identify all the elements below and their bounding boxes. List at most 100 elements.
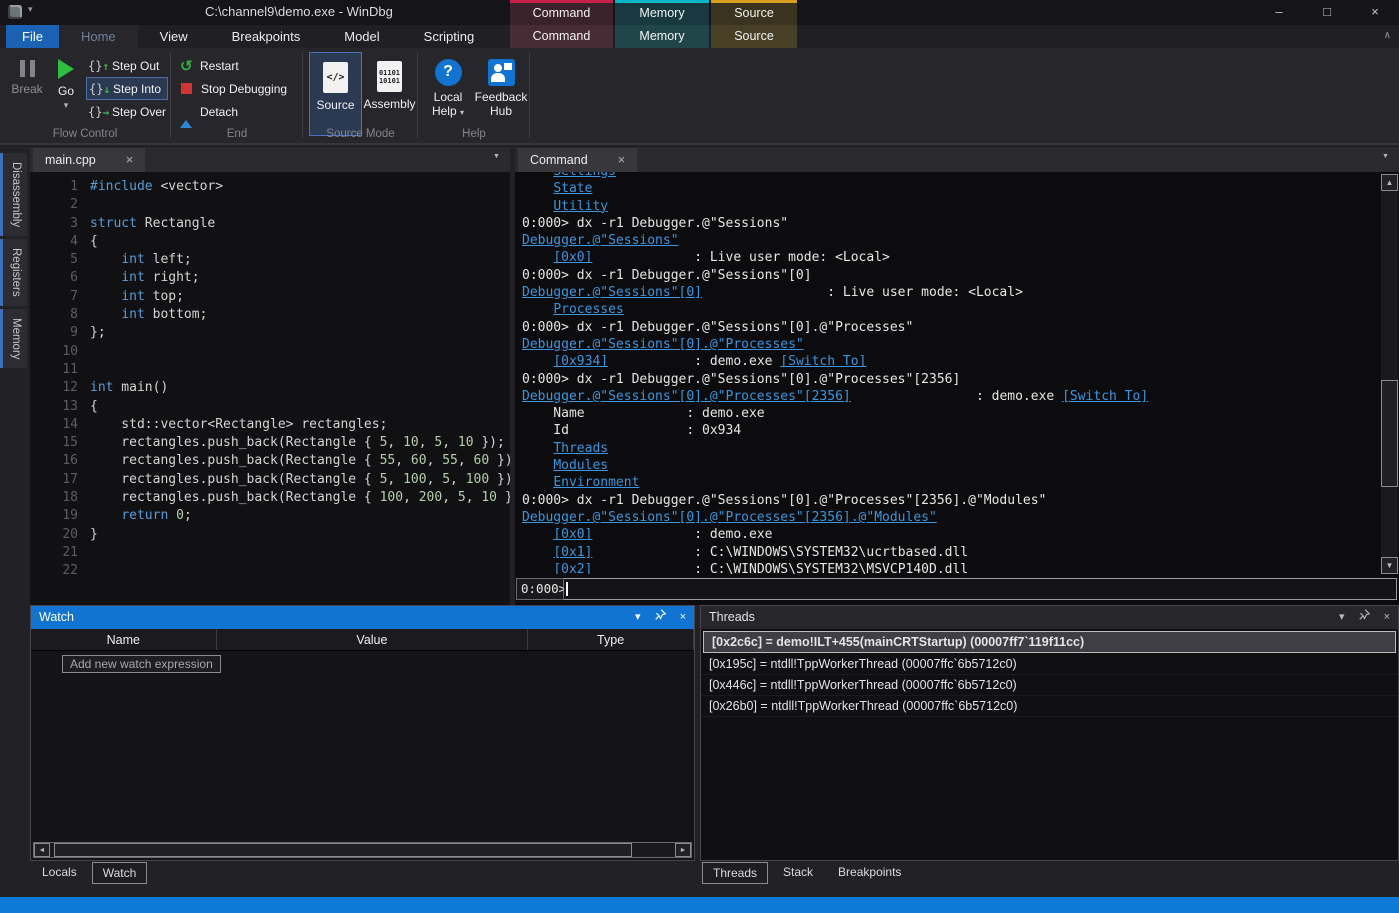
minimize-button[interactable]: – (1255, 0, 1303, 25)
command-link[interactable]: Processes (553, 302, 623, 317)
contextual-tab-source[interactable]: Source (711, 25, 797, 48)
scroll-up-icon[interactable]: ▲ (1381, 174, 1398, 191)
close-button[interactable]: × (1351, 0, 1399, 25)
contextual-tab-memory[interactable]: Memory (615, 25, 709, 48)
line-number: 6 (30, 269, 90, 287)
chevron-down-icon[interactable]: ▾ (64, 100, 69, 111)
command-link[interactable]: Modules (553, 458, 608, 473)
local-help-button[interactable]: ? Local Help ▾ (424, 52, 472, 120)
pin-icon[interactable] (655, 606, 666, 629)
bottom-tab-locals[interactable]: Locals (32, 862, 87, 884)
pane-dropdown-icon[interactable]: ▾ (635, 606, 641, 629)
watch-column-header-name[interactable]: Name (31, 629, 217, 650)
watch-column-header-value[interactable]: Value (217, 629, 529, 650)
thread-row[interactable]: [0x195c] = ntdll!TppWorkerThread (00007f… (701, 654, 1398, 675)
stop-icon (181, 83, 192, 94)
contextual-tab-command[interactable]: Command (510, 25, 613, 48)
command-link[interactable]: Debugger.@"Sessions"[0].@"Processes"[235… (522, 510, 937, 525)
watch-title-bar[interactable]: Watch ▾ × (31, 606, 694, 629)
break-button[interactable]: Break (6, 54, 48, 96)
command-link[interactable]: Settings (553, 172, 616, 179)
thread-row[interactable]: [0x446c] = ntdll!TppWorkerThread (00007f… (701, 675, 1398, 696)
command-link[interactable]: [Switch To] (1062, 389, 1148, 404)
command-link[interactable]: Debugger.@"Sessions"[0].@"Processes"[235… (522, 389, 851, 404)
assembly-mode-button[interactable]: 01101 10101 Assembly (363, 52, 416, 136)
code-text: { (90, 233, 98, 251)
line-number: 18 (30, 489, 90, 507)
pane-dropdown-icon[interactable]: ▾ (1339, 606, 1345, 629)
code-token: Rectangle (137, 216, 215, 231)
code-text: int main() (90, 379, 168, 397)
command-link[interactable]: [0x2] (553, 562, 592, 574)
close-pane-icon[interactable]: × (680, 606, 686, 629)
pin-icon[interactable] (1359, 606, 1370, 629)
bottom-tab-threads[interactable]: Threads (702, 862, 768, 884)
command-link[interactable]: [0x1] (553, 545, 592, 560)
close-pane-icon[interactable]: × (1384, 606, 1390, 629)
scrollbar-thumb[interactable] (1381, 380, 1398, 487)
go-button[interactable]: Go ▾ (50, 54, 82, 111)
command-output[interactable]: Settings State Utility0:000> dx -r1 Debu… (515, 172, 1379, 574)
side-tab-registers[interactable]: Registers (0, 239, 27, 306)
maximize-button[interactable]: □ (1303, 0, 1351, 25)
code-token: { (90, 399, 98, 414)
pane-menu-icon[interactable]: ▼ (493, 154, 504, 160)
command-link[interactable]: Environment (553, 475, 639, 490)
command-output-line: Environment (522, 474, 1379, 491)
command-link[interactable]: [Switch To] (780, 354, 866, 369)
stop-debugging-button[interactable]: Stop Debugging (178, 77, 300, 100)
tab-main-cpp[interactable]: main.cpp× (33, 148, 145, 172)
detach-button[interactable]: Detach (178, 100, 300, 123)
command-link[interactable]: [0x934] (553, 354, 608, 369)
code-editor[interactable]: 1#include <vector>23struct Rectangle4{5 … (30, 172, 510, 605)
command-input[interactable] (564, 578, 1397, 600)
menu-tab-view[interactable]: View (138, 25, 210, 48)
scroll-down-icon[interactable]: ▼ (1381, 557, 1398, 574)
side-tab-disassembly[interactable]: Disassembly (0, 153, 27, 236)
source-mode-button[interactable]: </> Source (309, 52, 362, 136)
quick-access-caret-icon[interactable]: ▾ (28, 4, 33, 15)
command-link[interactable]: [0x0] (553, 527, 592, 542)
close-tab-icon[interactable]: × (618, 152, 626, 167)
code-token: 5 (458, 490, 466, 505)
code-line: 12int main() (30, 379, 510, 397)
menu-tab-breakpoints[interactable]: Breakpoints (210, 25, 323, 48)
menu-tab-home[interactable]: Home (59, 25, 138, 48)
bottom-tab-stack[interactable]: Stack (773, 862, 823, 884)
command-output-line: Debugger.@"Sessions" (522, 232, 1379, 249)
command-link[interactable]: State (553, 181, 592, 196)
thread-row[interactable]: [0x2c6c] = demo!ILT+455(mainCRTStartup) … (703, 631, 1396, 653)
restart-button[interactable]: ↺ Restart (178, 54, 300, 77)
tab-command[interactable]: Command× (518, 148, 637, 172)
command-link[interactable]: Debugger.@"Sessions"[0] (522, 285, 702, 300)
threads-title-bar[interactable]: Threads ▾ × (701, 606, 1398, 629)
close-tab-icon[interactable]: × (126, 152, 134, 167)
side-tab-memory[interactable]: Memory (0, 309, 27, 369)
pane-menu-icon[interactable]: ▼ (1382, 154, 1393, 160)
command-link[interactable]: [0x0] (553, 250, 592, 265)
watch-column-header-type[interactable]: Type (528, 629, 694, 650)
menu-tab-model[interactable]: Model (322, 25, 401, 48)
watch-horizontal-scrollbar[interactable]: ◄ ► (33, 842, 692, 858)
scroll-right-icon[interactable]: ► (675, 843, 691, 857)
add-watch-expression-field[interactable]: Add new watch expression (62, 655, 221, 673)
feedback-hub-button[interactable]: Feedback Hub (474, 52, 528, 118)
command-scrollbar[interactable]: ▲ ▼ (1381, 174, 1398, 574)
step-into-button[interactable]: {}↓ Step Into (86, 77, 168, 100)
scrollbar-thumb[interactable] (54, 843, 632, 857)
command-link[interactable]: Debugger.@"Sessions" (522, 233, 679, 248)
step-over-button[interactable]: {}→ Step Over (86, 100, 168, 123)
bottom-tab-watch[interactable]: Watch (92, 862, 148, 884)
thread-row[interactable]: [0x26b0] = ntdll!TppWorkerThread (00007f… (701, 696, 1398, 717)
menu-tab-file[interactable]: File (6, 25, 59, 48)
menu-tab-scripting[interactable]: Scripting (402, 25, 497, 48)
command-link[interactable]: Debugger.@"Sessions"[0].@"Processes" (522, 337, 804, 352)
bottom-tab-breakpoints[interactable]: Breakpoints (828, 862, 911, 884)
step-out-button[interactable]: {}↑ Step Out (86, 54, 168, 77)
code-token: rectangles.push_back(Rectangle { (90, 472, 380, 487)
code-token: main() (113, 380, 168, 395)
command-link[interactable]: Utility (553, 199, 608, 214)
command-link[interactable]: Threads (553, 441, 608, 456)
scroll-left-icon[interactable]: ◄ (34, 843, 50, 857)
collapse-ribbon-icon[interactable]: ∧ (1384, 30, 1391, 41)
